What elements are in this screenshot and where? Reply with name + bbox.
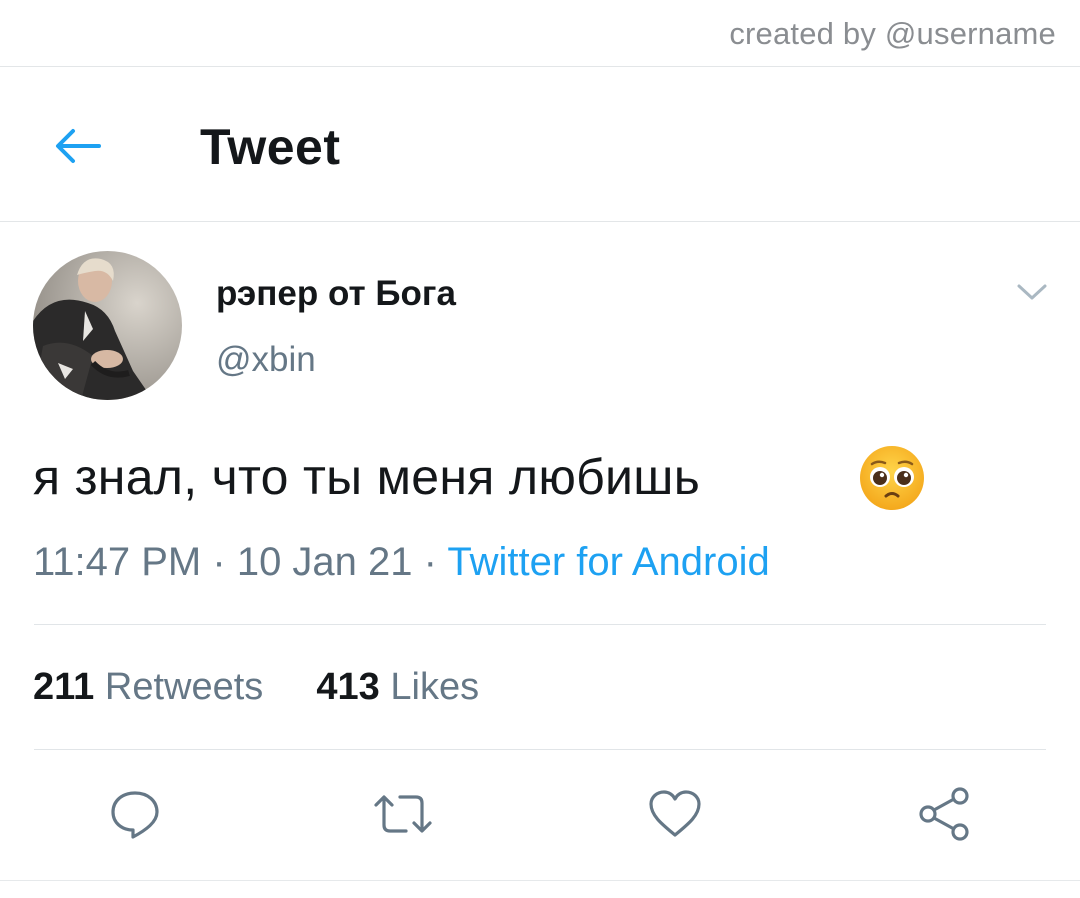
likes-label: Likes [390,666,480,708]
credit-watermark: created by @username [729,16,1056,51]
likes-count: 413 [316,666,380,708]
stats-divider [34,749,1046,750]
share-button[interactable] [914,784,976,844]
retweets-stat[interactable]: 211 Retweets [33,666,274,708]
tweet-screen: created by @username Tweet рэпер от Бога… [0,0,1080,898]
retweet-icon [374,795,432,833]
meta-separator: · [212,540,226,584]
tweet-source-link[interactable]: Twitter for Android [447,540,769,584]
reply-icon [111,791,159,839]
meta-divider [34,624,1046,625]
tweet-time: 11:47 PM [33,540,202,584]
likes-stat[interactable]: 413 Likes [316,666,479,708]
arrow-left-icon [56,129,101,163]
pleading-face-emoji [860,446,924,510]
retweets-label: Retweets [104,666,264,708]
chevron-down-icon [1017,284,1047,300]
tweet-meta: 11:47 PM · 10 Jan 21 · Twitter for Andro… [33,540,770,585]
retweet-button[interactable] [372,784,434,844]
tweet-date: 10 Jan 21 [236,540,413,584]
heart-icon [649,790,701,837]
header-divider [0,221,1080,222]
avatar[interactable] [33,251,182,400]
tweet-text: я знал, что ты меня любишь [33,449,701,505]
share-icon [919,787,969,841]
author-handle[interactable]: @xbin [216,340,316,380]
author-display-name[interactable]: рэпер от Бога [216,274,456,314]
page-title: Tweet [200,119,341,175]
tweet-stats: 211 Retweets 413 Likes [33,666,479,709]
retweets-count: 211 [33,666,95,708]
avatar-photo [33,251,182,400]
top-divider [0,66,1080,67]
back-button[interactable] [50,120,106,172]
meta-separator: · [423,540,437,584]
reply-button[interactable] [104,784,166,844]
bottom-divider [0,880,1080,881]
like-button[interactable] [644,784,706,844]
tweet-menu-button[interactable] [1014,278,1050,306]
